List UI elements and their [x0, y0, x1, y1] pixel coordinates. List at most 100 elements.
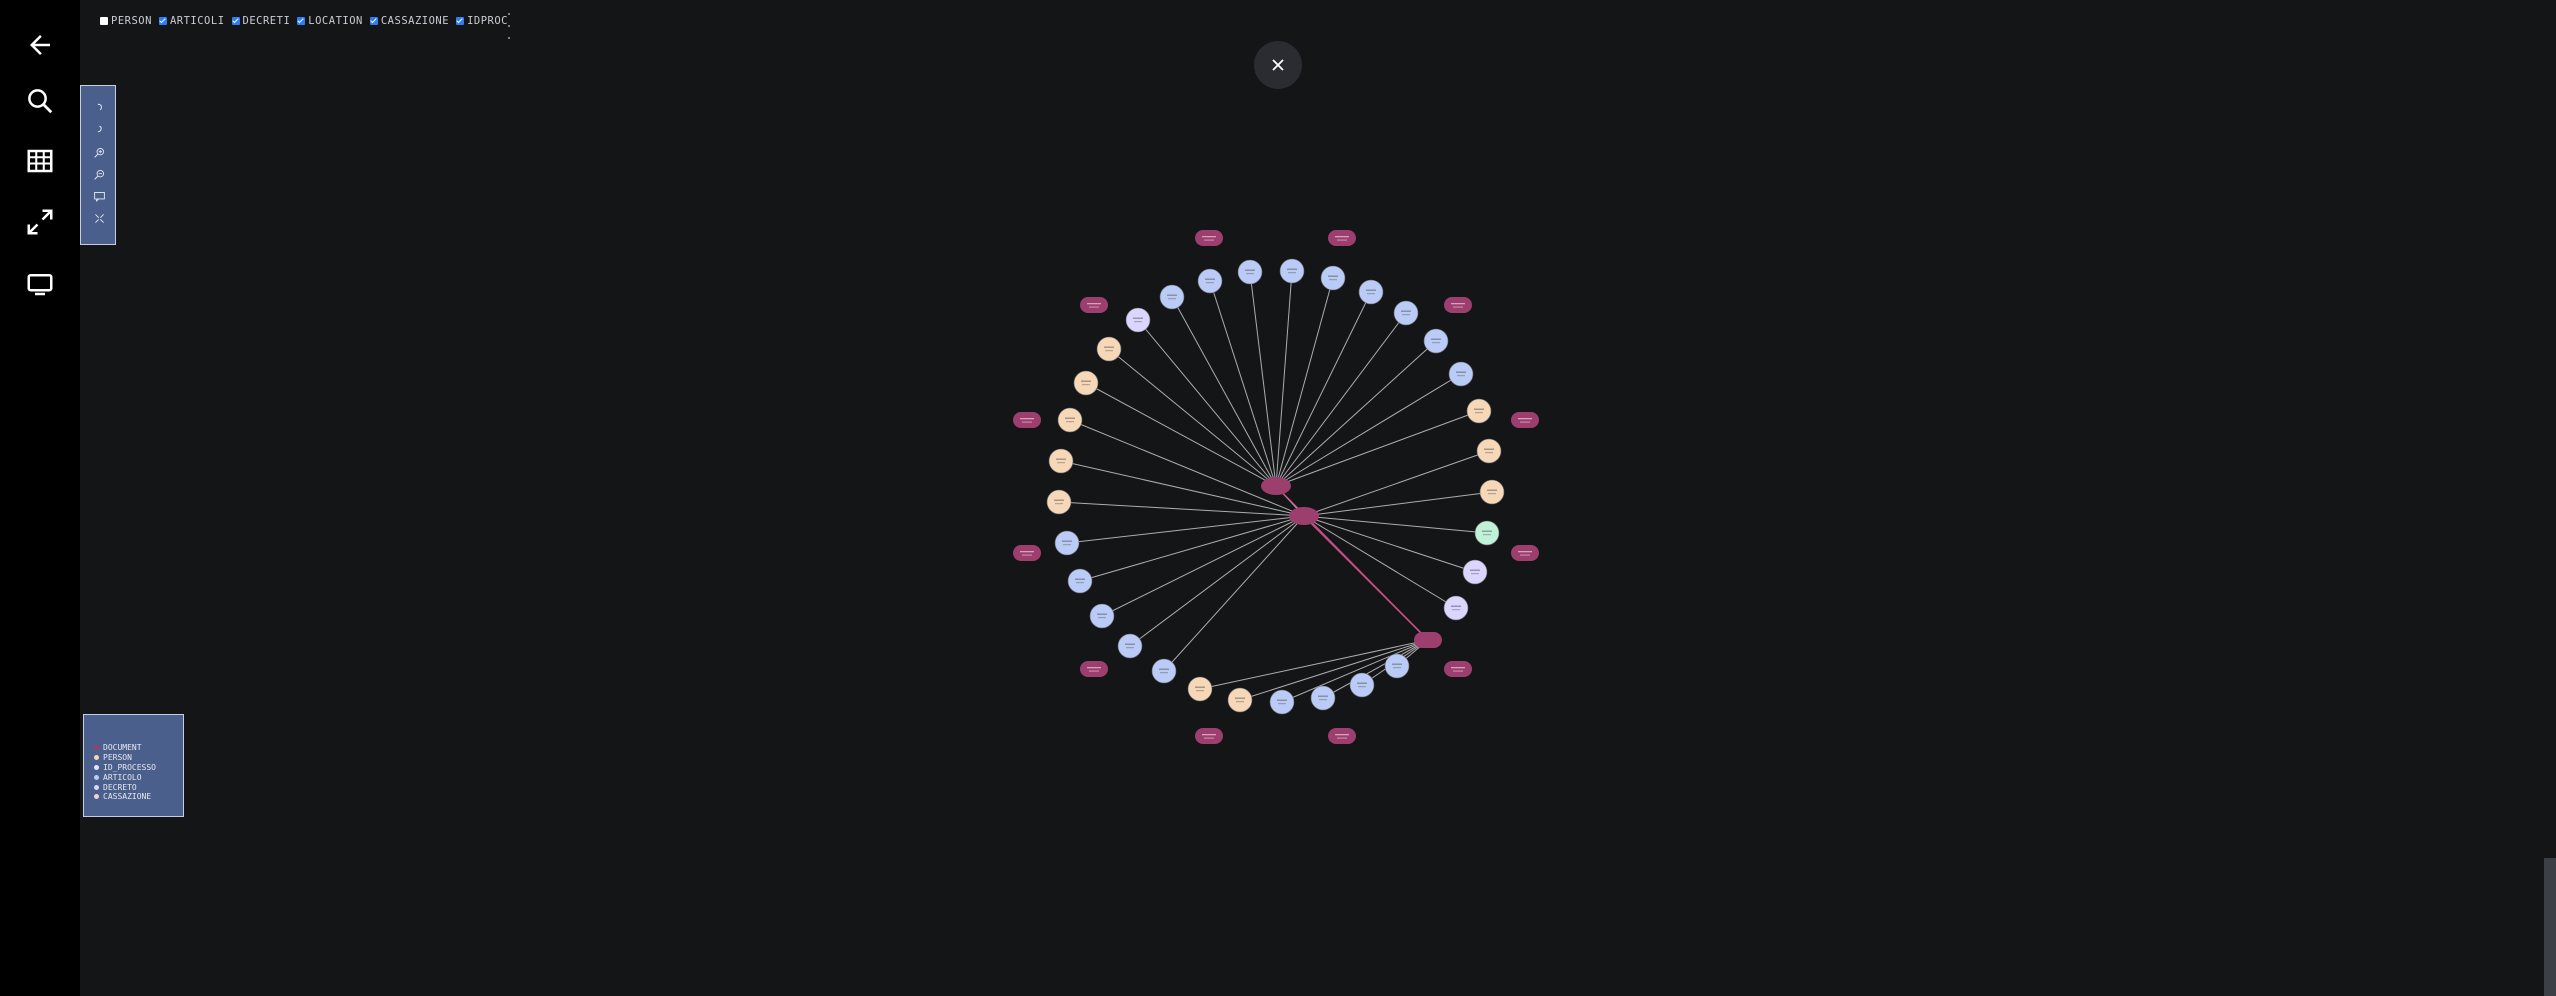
scrollbar-thumb[interactable]: [2544, 858, 2556, 996]
document-node[interactable]: [1013, 545, 1041, 561]
graph-edge: [1303, 491, 1493, 517]
document-node[interactable]: [1080, 297, 1108, 313]
document-node[interactable]: [1195, 728, 1223, 744]
document-node[interactable]: [1013, 412, 1041, 428]
node-text-mark: [1488, 493, 1496, 495]
node-text-mark: [1055, 503, 1063, 505]
graph-node[interactable]: [1057, 407, 1083, 433]
graph-node[interactable]: [1479, 479, 1505, 505]
graph-node[interactable]: [1320, 265, 1346, 291]
node-text-mark: [1087, 667, 1101, 669]
graph-node[interactable]: [1443, 595, 1469, 621]
graph-edge: [1066, 515, 1305, 544]
graph-node[interactable]: [1466, 398, 1492, 424]
document-node[interactable]: [1328, 230, 1356, 246]
graph-edge: [1275, 270, 1293, 487]
graph-node[interactable]: [1227, 687, 1253, 713]
graph-node[interactable]: [1159, 284, 1185, 310]
node-text-mark: [1020, 551, 1034, 553]
graph-node[interactable]: [1054, 530, 1080, 556]
node-text-mark: [1204, 737, 1214, 739]
node-text-mark: [1518, 418, 1532, 420]
document-node[interactable]: [1444, 661, 1472, 677]
node-text-mark: [1337, 239, 1347, 241]
node-text-mark: [1022, 421, 1032, 423]
legend-swatch: [94, 745, 99, 751]
graph-edge: [1129, 515, 1305, 647]
node-text-mark: [1065, 417, 1075, 419]
document-node[interactable]: [1080, 661, 1108, 677]
graph-node[interactable]: [1117, 633, 1143, 659]
node-text-mark: [1392, 663, 1402, 665]
legend-label: DECRETO: [103, 782, 137, 792]
node-text-mark: [1367, 293, 1375, 295]
node-text-mark: [1358, 686, 1366, 688]
graph-node[interactable]: [1349, 672, 1375, 698]
graph-node[interactable]: [1237, 259, 1263, 285]
document-node[interactable]: [1195, 230, 1223, 246]
graph-node[interactable]: [1197, 268, 1223, 294]
node-text-mark: [1202, 236, 1216, 238]
graph-node[interactable]: [1048, 448, 1074, 474]
graph-node[interactable]: [1089, 603, 1115, 629]
legend-label: ID_PROCESSO: [103, 762, 156, 772]
legend-swatch: [94, 764, 99, 770]
graph-node[interactable]: [1046, 489, 1072, 515]
node-text-mark: [1471, 573, 1479, 575]
graph-node[interactable]: [1476, 438, 1502, 464]
node-text-mark: [1202, 734, 1216, 736]
graph-node[interactable]: [1448, 361, 1474, 387]
graph-edge: [1275, 312, 1407, 487]
document-node[interactable]: [1328, 728, 1356, 744]
graph-node[interactable]: [1187, 676, 1213, 702]
document-node[interactable]: [1511, 412, 1539, 428]
graph-edge: [1137, 319, 1277, 487]
graph-node[interactable]: [1151, 658, 1177, 684]
graph-node[interactable]: [1067, 568, 1093, 594]
node-text-mark: [1337, 737, 1347, 739]
node-text-mark: [1206, 282, 1214, 284]
node-text-mark: [1125, 643, 1135, 645]
document-hub-node[interactable]: [1414, 632, 1442, 648]
graph-node[interactable]: [1358, 279, 1384, 305]
graph-node[interactable]: [1310, 685, 1336, 711]
graph-node[interactable]: [1096, 336, 1122, 362]
graph-node[interactable]: [1073, 370, 1099, 396]
node-text-mark: [1452, 609, 1460, 611]
node-text-mark: [1245, 269, 1255, 271]
graph-node[interactable]: [1462, 559, 1488, 585]
node-text-mark: [1022, 554, 1032, 556]
node-text-mark: [1287, 268, 1297, 270]
node-text-mark: [1205, 278, 1215, 280]
document-hub-node[interactable]: [1261, 477, 1291, 495]
node-text-mark: [1089, 306, 1099, 308]
graph-node[interactable]: [1423, 328, 1449, 354]
graph-node[interactable]: [1393, 300, 1419, 326]
graph-node[interactable]: [1125, 307, 1151, 333]
legend-label: DOCUMENT: [103, 743, 142, 753]
legend-label: CASSAZIONE: [103, 792, 152, 802]
node-text-mark: [1236, 701, 1244, 703]
node-text-mark: [1520, 554, 1530, 556]
graph-node[interactable]: [1474, 520, 1500, 546]
legend-swatch: [94, 774, 99, 780]
graph-canvas[interactable]: [0, 0, 2556, 996]
graph-node[interactable]: [1269, 689, 1295, 715]
node-text-mark: [1235, 697, 1245, 699]
graph-node[interactable]: [1384, 653, 1410, 679]
document-hub-node[interactable]: [1289, 507, 1319, 525]
legend-item: PERSON: [94, 753, 183, 763]
node-text-mark: [1054, 499, 1064, 501]
node-text-mark: [1451, 303, 1465, 305]
node-text-mark: [1366, 289, 1376, 291]
node-text-mark: [1288, 272, 1296, 274]
node-text-mark: [1453, 670, 1463, 672]
legend-item: DOCUMENT: [94, 743, 183, 753]
document-node[interactable]: [1444, 297, 1472, 313]
node-text-mark: [1160, 672, 1168, 674]
node-text-mark: [1402, 314, 1410, 316]
node-text-mark: [1401, 310, 1411, 312]
node-text-mark: [1484, 448, 1494, 450]
document-node[interactable]: [1511, 545, 1539, 561]
graph-node[interactable]: [1279, 258, 1305, 284]
